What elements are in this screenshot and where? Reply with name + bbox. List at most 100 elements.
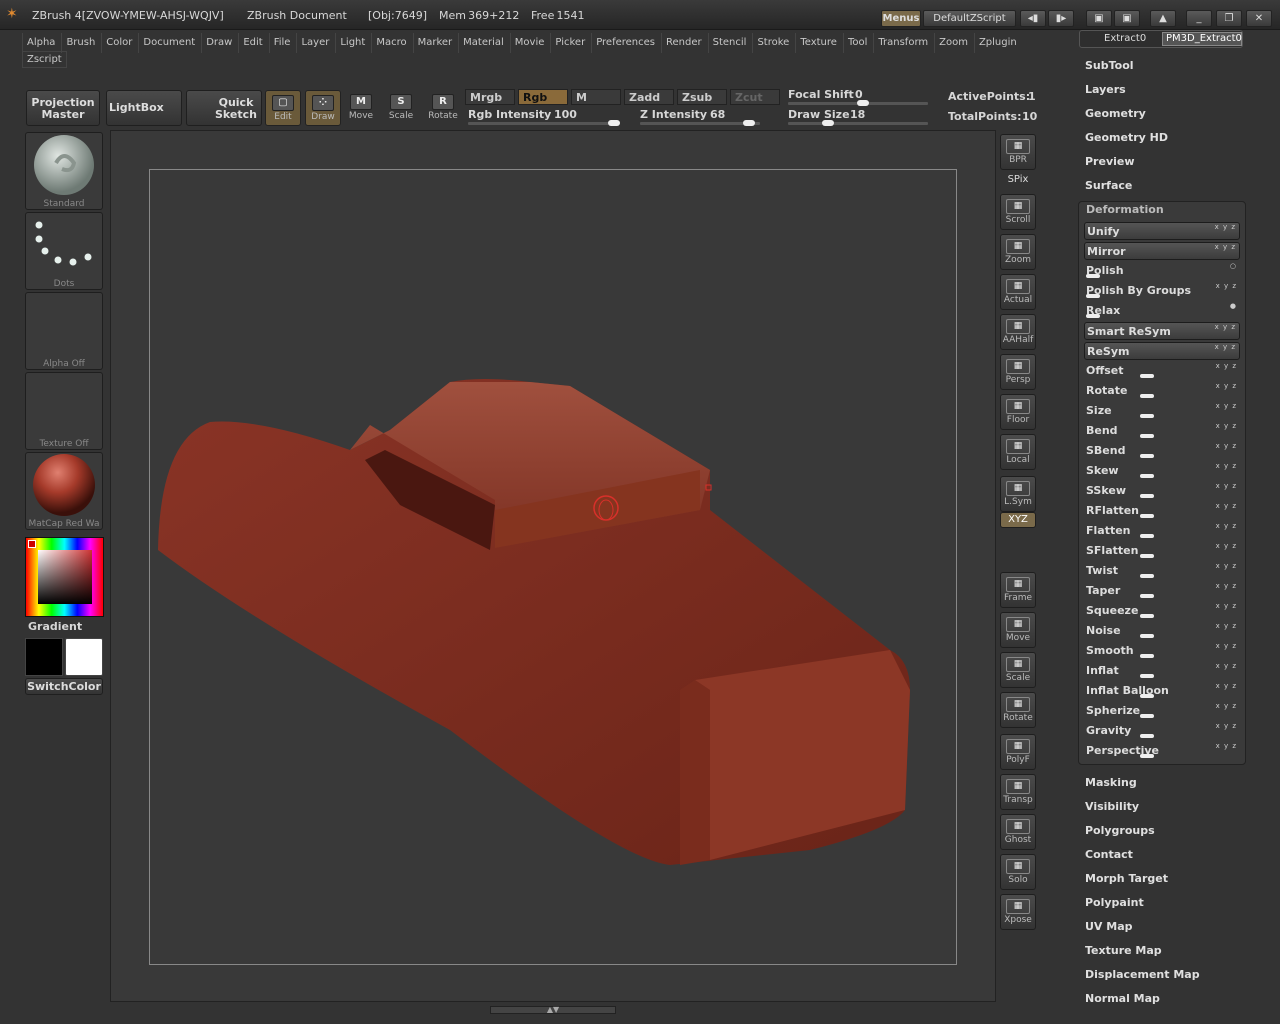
- secondary-color-swatch[interactable]: [65, 638, 103, 676]
- menu-material[interactable]: Material: [458, 33, 508, 53]
- edit-button[interactable]: ▢ Edit: [265, 90, 301, 126]
- deform-noise-slider[interactable]: [1140, 634, 1234, 638]
- projection-master-button[interactable]: Projection Master: [26, 90, 100, 126]
- deform-bend[interactable]: Bend x y z: [1084, 422, 1240, 440]
- deform-rflatten[interactable]: RFlatten x y z: [1084, 502, 1240, 520]
- menu-zoom[interactable]: Zoom: [934, 33, 972, 53]
- layout-b-icon[interactable]: ▣: [1114, 10, 1140, 27]
- menu-movie[interactable]: Movie: [509, 33, 549, 53]
- deform-sskew-slider[interactable]: [1140, 494, 1234, 498]
- lightbox-button[interactable]: LightBox: [106, 90, 182, 126]
- deform-noise[interactable]: Noise x y z: [1084, 622, 1240, 640]
- deform-relax-slider[interactable]: [1086, 314, 1166, 318]
- zsub-button[interactable]: Zsub: [677, 89, 727, 105]
- menus-button[interactable]: Menus: [881, 10, 921, 27]
- deform-spherize[interactable]: Spherize x y z: [1084, 702, 1240, 720]
- xyz-axis-icon[interactable]: x y z: [1216, 722, 1237, 730]
- slider-knob[interactable]: [1140, 754, 1154, 758]
- panel-morph-target[interactable]: Morph Target: [1085, 872, 1168, 885]
- primary-color-swatch[interactable]: [25, 638, 63, 676]
- menu-stroke[interactable]: Stroke: [752, 33, 793, 53]
- panel-uv-map[interactable]: UV Map: [1085, 920, 1133, 933]
- deform-bend-slider[interactable]: [1140, 434, 1234, 438]
- brush-thumbnail[interactable]: Standard: [25, 132, 103, 210]
- xyz-axis-icon[interactable]: x y z: [1215, 343, 1236, 351]
- menu-document[interactable]: Document: [138, 33, 199, 53]
- xyz-axis-icon[interactable]: x y z: [1216, 562, 1237, 570]
- layout-a-icon[interactable]: ▣: [1086, 10, 1112, 27]
- menu-texture[interactable]: Texture: [795, 33, 841, 53]
- tool-xyz[interactable]: XYZ: [1000, 512, 1036, 528]
- next-layout-icon[interactable]: ▮▸: [1048, 10, 1074, 27]
- xyz-axis-icon[interactable]: x y z: [1215, 243, 1236, 251]
- deform-smooth-slider[interactable]: [1140, 654, 1234, 658]
- quick-sketch-button[interactable]: Quick Sketch: [186, 90, 262, 126]
- draw-size-knob[interactable]: [822, 120, 834, 126]
- rotate-button[interactable]: R Rotate: [425, 90, 461, 126]
- z-intensity-slider[interactable]: [640, 120, 760, 126]
- deform-skew-slider[interactable]: [1140, 474, 1234, 478]
- xyz-axis-icon[interactable]: x y z: [1216, 522, 1237, 530]
- tool-spix[interactable]: SPix: [1000, 174, 1036, 188]
- panel-layers[interactable]: Layers: [1085, 83, 1126, 96]
- rgb-button[interactable]: Rgb: [518, 89, 568, 105]
- deform-sflatten[interactable]: SFlatten x y z: [1084, 542, 1240, 560]
- xyz-axis-icon[interactable]: x y z: [1216, 742, 1237, 750]
- m-button[interactable]: M: [571, 89, 621, 105]
- deform-offset[interactable]: Offset x y z: [1084, 362, 1240, 380]
- deform-spherize-slider[interactable]: [1140, 714, 1234, 718]
- deform-squeeze-slider[interactable]: [1140, 614, 1234, 618]
- panel-masking[interactable]: Masking: [1085, 776, 1137, 789]
- document-viewport[interactable]: [149, 169, 957, 965]
- extract0-tab[interactable]: Extract0: [1104, 33, 1146, 44]
- menu-marker[interactable]: Marker: [412, 33, 457, 53]
- deform-taper[interactable]: Taper x y z: [1084, 582, 1240, 600]
- menu-light[interactable]: Light: [335, 33, 369, 53]
- draw-size-slider[interactable]: [788, 120, 928, 126]
- tool-zoom[interactable]: ▦ Zoom: [1000, 234, 1036, 270]
- xyz-axis-icon[interactable]: x y z: [1216, 622, 1237, 630]
- gradient-label[interactable]: Gradient: [28, 620, 82, 633]
- tool-transp[interactable]: ▦ Transp: [1000, 774, 1036, 810]
- menu-layer[interactable]: Layer: [296, 33, 333, 53]
- menu-color[interactable]: Color: [101, 33, 136, 53]
- tool-persp[interactable]: ▦ Persp: [1000, 354, 1036, 390]
- texture-thumbnail[interactable]: Texture Off: [25, 372, 103, 450]
- default-zscript-button[interactable]: DefaultZScript: [923, 10, 1016, 27]
- tool-scale[interactable]: ▦ Scale: [1000, 652, 1036, 688]
- xyz-axis-icon[interactable]: x y z: [1216, 682, 1237, 690]
- xyz-axis-icon[interactable]: x y z: [1216, 282, 1237, 290]
- slider-knob[interactable]: [1086, 294, 1100, 298]
- xyz-axis-icon[interactable]: ○: [1230, 262, 1237, 270]
- menu-zscript[interactable]: Zscript: [22, 51, 67, 68]
- tool-aahalf[interactable]: ▦ AAHalf: [1000, 314, 1036, 350]
- tool-polyf[interactable]: ▦ PolyF: [1000, 734, 1036, 770]
- deform-inflat-balloon-slider[interactable]: [1140, 694, 1234, 698]
- xyz-axis-icon[interactable]: x y z: [1216, 582, 1237, 590]
- deform-inflat[interactable]: Inflat x y z: [1084, 662, 1240, 680]
- zadd-button[interactable]: Zadd: [624, 89, 674, 105]
- menu-transform[interactable]: Transform: [873, 33, 932, 53]
- tool-bpr[interactable]: ▦ BPR: [1000, 134, 1036, 170]
- panel-subtool[interactable]: SubTool: [1085, 59, 1134, 72]
- deform-flatten-slider[interactable]: [1140, 534, 1234, 538]
- minimize-icon[interactable]: _: [1186, 10, 1212, 27]
- slider-knob[interactable]: [1140, 574, 1154, 578]
- deform-squeeze[interactable]: Squeeze x y z: [1084, 602, 1240, 620]
- deform-unify[interactable]: Unify x y z: [1084, 222, 1240, 240]
- xyz-axis-icon[interactable]: x y z: [1216, 422, 1237, 430]
- tool-solo[interactable]: ▦ Solo: [1000, 854, 1036, 890]
- deform-rotate[interactable]: Rotate x y z: [1084, 382, 1240, 400]
- xyz-axis-icon[interactable]: x y z: [1216, 662, 1237, 670]
- tool-lsym[interactable]: ▦ L.Sym: [1000, 476, 1036, 512]
- deform-mirror[interactable]: Mirror x y z: [1084, 242, 1240, 260]
- slider-knob[interactable]: [1140, 734, 1154, 738]
- tool-scroll[interactable]: ▦ Scroll: [1000, 194, 1036, 230]
- deform-inflat-slider[interactable]: [1140, 674, 1234, 678]
- slider-knob[interactable]: [1140, 394, 1154, 398]
- slider-knob[interactable]: [1140, 514, 1154, 518]
- deform-skew[interactable]: Skew x y z: [1084, 462, 1240, 480]
- xyz-axis-icon[interactable]: x y z: [1215, 223, 1236, 231]
- deform-smooth[interactable]: Smooth x y z: [1084, 642, 1240, 660]
- deform-gravity-slider[interactable]: [1140, 734, 1234, 738]
